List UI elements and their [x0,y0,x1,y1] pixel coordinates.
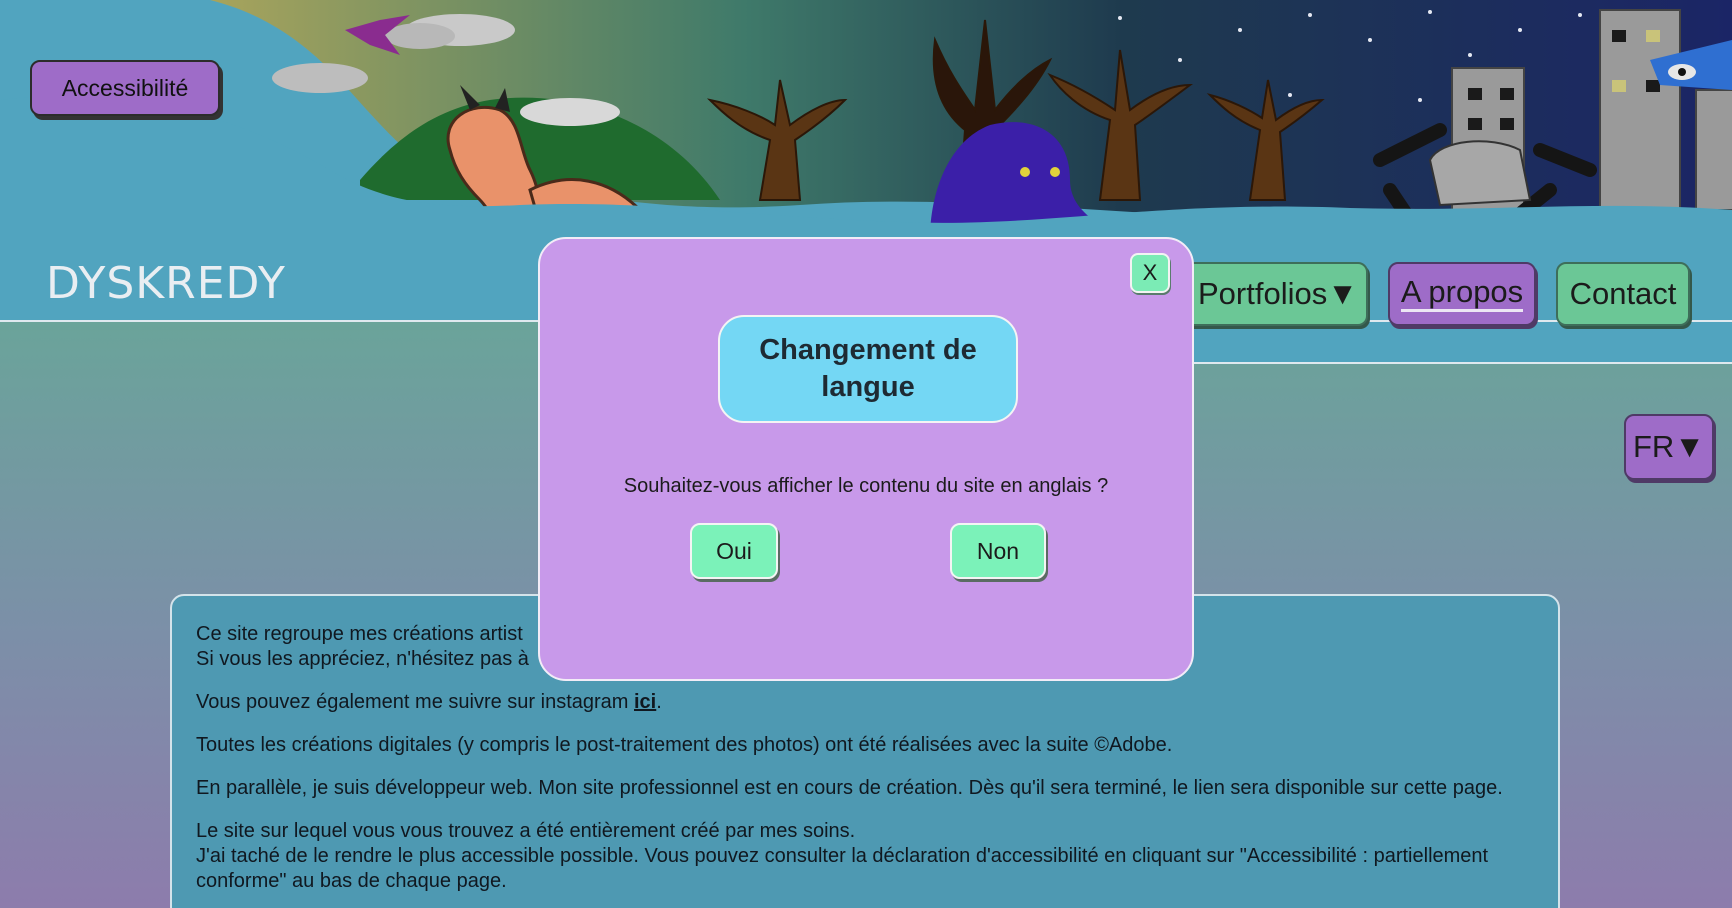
modal-title: Changement de langue [718,315,1018,423]
intro-line-2: Si vous les appréciez, n'hésitez pas à [196,648,529,670]
nav-strip [1192,322,1732,364]
site-line-2: J'ai taché de le rendre le plus accessib… [196,845,1489,892]
language-change-modal: X Changement de langue Souhaitez-vous af… [538,237,1194,681]
modal-yes-button[interactable]: Oui [690,523,778,579]
nav-portfolios-button[interactable]: Portfolios▼ [1176,262,1368,326]
digital-paragraph: Toutes les créations digitales (y compri… [196,734,1173,756]
instagram-paragraph: Vous pouvez également me suivre sur inst… [196,690,1534,715]
modal-close-button[interactable]: X [1130,253,1170,293]
modal-no-button[interactable]: Non [950,523,1046,579]
instagram-end: . [656,691,662,713]
nav-contact-button[interactable]: Contact [1556,262,1690,326]
instagram-link[interactable]: ici [634,691,656,713]
site-logo[interactable]: DYSKREDY [46,258,286,309]
webdev-paragraph: En parallèle, je suis développeur web. M… [196,777,1503,799]
site-line-1: Le site sur lequel vous vous trouvez a é… [196,820,856,842]
nav-apropos-button[interactable]: A propos [1388,262,1536,326]
language-selector-button[interactable]: FR▼ [1624,414,1714,480]
site-paragraph: Le site sur lequel vous vous trouvez a é… [196,819,1534,894]
intro-line-1: Ce site regroupe mes créations artist [196,623,523,645]
modal-question: Souhaitez-vous afficher le contenu du si… [623,475,1109,497]
instagram-text: Vous pouvez également me suivre sur inst… [196,691,634,713]
accessibility-button[interactable]: Accessibilité [30,60,220,116]
nav-apropos-label: A propos [1400,276,1524,312]
nav-divider [1192,362,1732,364]
